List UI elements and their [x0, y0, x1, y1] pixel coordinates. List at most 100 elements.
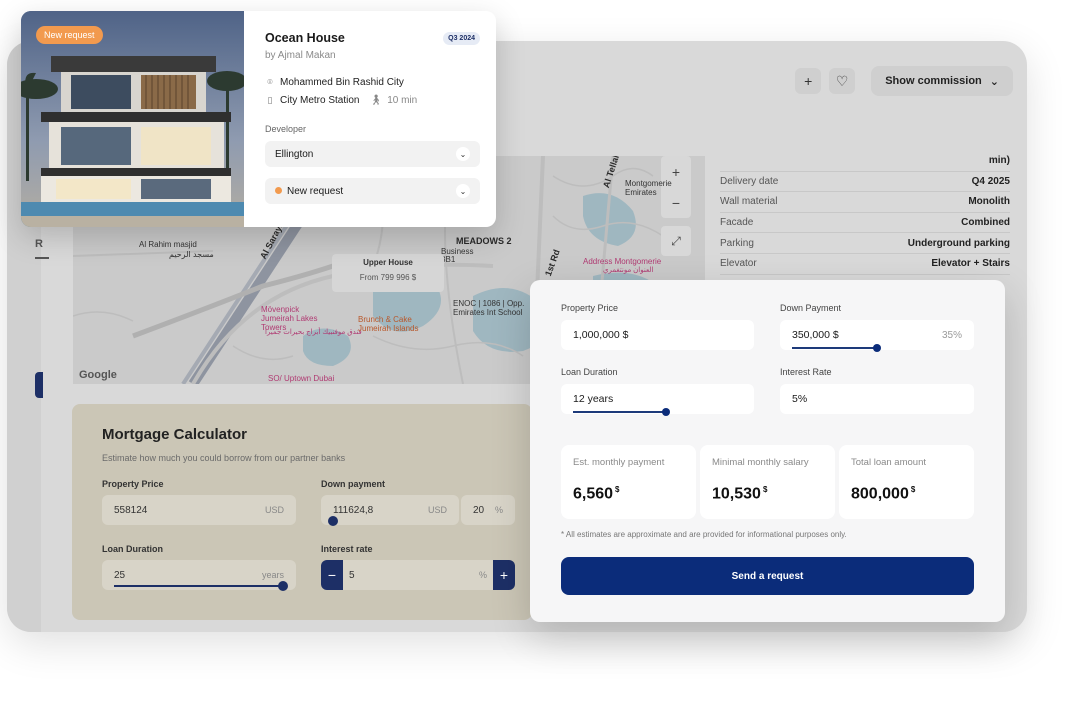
interest-rate-field: Interest Rate 5% — [780, 367, 974, 414]
spec-row-top: min) — [720, 151, 1010, 172]
location-text: Mohammed Bin Rashid City — [280, 77, 404, 88]
bg-property-price-input[interactable]: 558124 USD — [102, 495, 296, 525]
loan-duration-label: Loan Duration — [561, 367, 618, 377]
map-label-so-uptown: SO/ Uptown Dubai — [268, 374, 335, 383]
plus-icon: + — [804, 73, 813, 89]
status-dot-icon — [275, 187, 282, 195]
spec-row: Facade Combined — [720, 213, 1010, 234]
down-payment-label: Down Payment — [780, 303, 842, 313]
zoom-in-icon[interactable]: + — [672, 164, 680, 180]
tab-partial[interactable]: R — [35, 238, 43, 250]
stat-label: Total loan amount — [851, 457, 926, 468]
bg-interest-label: Interest rate — [321, 544, 373, 554]
property-card[interactable]: New request Ocean House Q3 2024 by Ajmal… — [21, 11, 496, 227]
map-popup-price: From 799 996 $ — [359, 273, 417, 282]
map-label-address-montgomerie: Address Montgomerie — [583, 257, 662, 266]
chevron-down-icon: ⌄ — [456, 184, 470, 198]
chevron-down-icon: ⌄ — [456, 147, 470, 161]
interest-rate-input[interactable]: 5% — [780, 384, 974, 414]
spec-row: Parking Underground parking — [720, 233, 1010, 254]
bg-property-price-unit: USD — [264, 505, 284, 515]
tab-underline — [35, 257, 49, 259]
stat-value-wrap: 800,000 $ — [851, 485, 962, 503]
map-label-movenpick-ar: فندق موفنبيك أبراج بحيرات جميرا — [265, 329, 362, 336]
stat-unit: $ — [615, 485, 620, 494]
property-price-input[interactable]: 1,000,000 $ — [561, 320, 754, 350]
bg-property-price-value: 558124 — [114, 504, 148, 516]
map-label-brunch: Brunch & Cake Jumeirah Islands — [358, 315, 419, 333]
loan-duration-slider[interactable] — [573, 408, 670, 416]
stat-value: 6,560 — [573, 485, 614, 503]
zoom-out-icon[interactable]: − — [672, 195, 680, 211]
screenshot-stage: R + ♡ Show commission ⌄ + − ⤢ Al Rahim m… — [0, 0, 1070, 707]
mortgage-subtitle: Estimate how much you could borrow from … — [102, 453, 346, 463]
blue-sliver — [35, 372, 43, 398]
interest-plus-button[interactable]: + — [493, 560, 515, 590]
stat-total-loan: Total loan amount 800,000 $ — [839, 445, 974, 519]
slider-knob[interactable] — [278, 581, 288, 591]
map-label-meadows: MEADOWS 2 — [456, 236, 512, 246]
bg-property-price-label: Property Price — [102, 479, 164, 489]
loan-duration-field: Loan Duration 12 years — [561, 367, 754, 416]
spec-key: Wall material — [720, 196, 778, 208]
map-popup[interactable]: Upper House From 799 996 $ — [332, 254, 444, 292]
spec-value: Elevator + Stairs — [931, 258, 1010, 270]
quarter-badge: Q3 2024 — [443, 32, 480, 45]
top-actions: + ♡ Show commission ⌄ — [795, 66, 1013, 96]
down-payment-input[interactable]: 350,000 $ 35% — [780, 320, 974, 352]
bg-down-payment-field: Down payment 111624,8 USD 20 % — [321, 479, 515, 526]
status-wrap: New request — [275, 186, 343, 197]
stat-unit: $ — [910, 485, 916, 494]
chevron-down-icon: ⌄ — [989, 75, 999, 88]
bg-loan-duration-unit: years — [261, 570, 284, 580]
bg-down-payment-input[interactable]: 111624,8 USD — [321, 495, 459, 526]
slider-knob[interactable] — [873, 344, 881, 352]
map-label-address-montgomerie-ar: العنوان مونتغمري — [603, 267, 654, 274]
status-select[interactable]: New request ⌄ — [265, 178, 480, 204]
property-developer-by: by Ajmal Makan — [265, 50, 336, 61]
map-label-montgomerie: Montgomerie Emirates — [625, 179, 672, 197]
developer-value: Ellington — [275, 148, 314, 160]
slider-knob[interactable] — [661, 408, 670, 416]
bg-loan-duration-field: Loan Duration 25 years — [102, 544, 296, 591]
send-request-button[interactable]: Send a request — [561, 557, 974, 595]
property-price-value: 1,000,000 $ — [573, 329, 629, 341]
interest-minus-button[interactable]: − — [321, 560, 343, 590]
slider-knob[interactable] — [328, 516, 338, 526]
stat-unit: $ — [762, 485, 768, 494]
spec-value: Monolith — [968, 196, 1010, 208]
walk-icon: 🚶︎ — [369, 95, 383, 106]
spec-row: Wall material Monolith — [720, 192, 1010, 213]
disclaimer: * All estimates are approximate and are … — [561, 530, 847, 539]
bg-loan-duration-slider[interactable] — [114, 581, 288, 591]
show-commission-label: Show commission — [885, 75, 982, 87]
metro-row: ▯ City Metro Station 🚶︎ 10 min — [265, 95, 480, 106]
location-row: ⌾ Mohammed Bin Rashid City — [265, 77, 480, 88]
walk-time: 10 min — [387, 95, 418, 106]
developer-select[interactable]: Ellington ⌄ — [265, 141, 480, 167]
favorite-button[interactable]: ♡ — [829, 68, 856, 94]
add-button[interactable]: + — [795, 68, 822, 94]
show-commission-button[interactable]: Show commission ⌄ — [871, 66, 1013, 96]
bg-down-payment-pct-unit: % — [494, 505, 503, 515]
property-image: New request — [21, 11, 244, 227]
stat-value-wrap: 10,530 $ — [712, 485, 823, 503]
status-value: New request — [287, 185, 344, 197]
interest-rate-label: Interest Rate — [780, 367, 832, 377]
bg-interest-input[interactable]: 5 % — [343, 560, 493, 590]
bg-down-payment-unit: USD — [427, 505, 447, 515]
property-specs: min) Delivery date Q4 2025 Wall material M… — [720, 151, 1010, 275]
loan-duration-input[interactable]: 12 years — [561, 384, 754, 416]
stat-label: Est. monthly payment — [573, 457, 665, 468]
down-payment-slider[interactable] — [792, 344, 881, 352]
bg-down-payment-pct-input[interactable]: 20 % — [461, 495, 515, 525]
property-price-label: Property Price — [561, 303, 619, 313]
map-label-al-rahim: Al Rahim masjid — [139, 240, 197, 249]
bg-loan-duration-value: 25 — [114, 569, 126, 581]
spec-key: Delivery date — [720, 175, 779, 187]
expand-icon: ⤢ — [671, 233, 681, 248]
bg-down-payment-value: 111624,8 — [333, 504, 374, 516]
bg-loan-duration-input[interactable]: 25 years — [102, 560, 296, 591]
stat-minimal-salary: Minimal monthly salary 10,530 $ — [700, 445, 835, 519]
map-fullscreen-button[interactable]: ⤢ — [661, 226, 691, 256]
